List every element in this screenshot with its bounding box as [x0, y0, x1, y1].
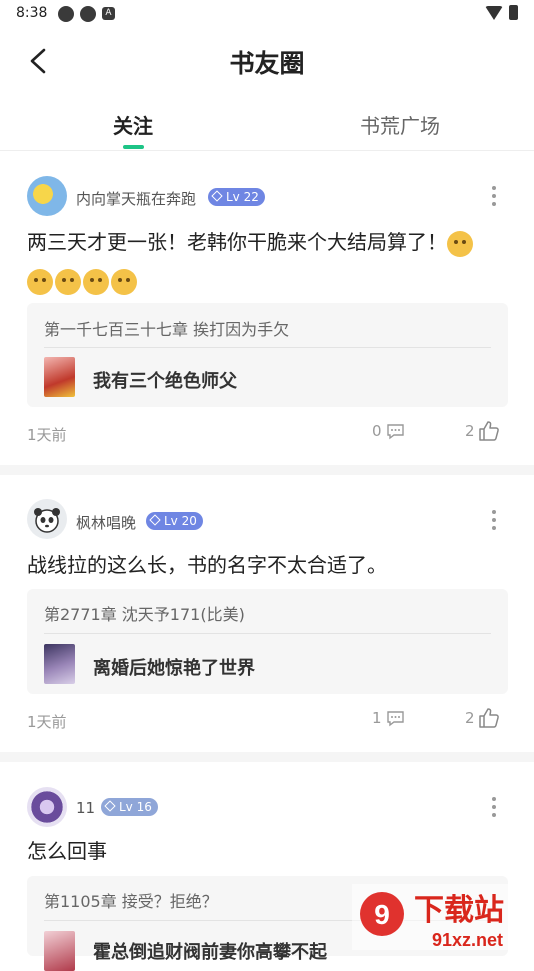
like-count: 2: [465, 421, 475, 440]
section-divider: [0, 752, 534, 762]
tab-bar: 关注 书荒广场: [0, 100, 534, 151]
book-title: 离婚后她惊艳了世界: [93, 658, 255, 679]
comment-button[interactable]: 1: [372, 709, 405, 727]
post-time: 1天前: [27, 426, 67, 444]
post-content: 怎么回事: [27, 839, 107, 863]
svg-text:9: 9: [374, 899, 390, 930]
chapter-title: 第一千七百三十七章 挨打因为手欠: [44, 320, 290, 339]
emoji-icon: [111, 268, 137, 295]
username[interactable]: 枫林唱晚: [76, 512, 136, 533]
tab-indicator: [123, 145, 144, 149]
notification-icon: [58, 6, 74, 22]
tab-book-plaza[interactable]: 书荒广场: [360, 110, 440, 139]
thumbs-up-icon: [478, 708, 499, 728]
avatar[interactable]: [27, 787, 67, 827]
notification-a-icon: A: [102, 7, 115, 20]
book-title: 霍总倒追财阀前妻你高攀不起: [93, 942, 327, 963]
like-count: 2: [465, 708, 475, 727]
notification-icon: [80, 6, 96, 22]
comment-icon: [386, 710, 404, 726]
book-title: 我有三个绝色师父: [93, 371, 237, 392]
tab-follow[interactable]: 关注: [113, 110, 153, 139]
svg-text:下载站: 下载站: [414, 893, 504, 928]
site-watermark-logo: 9 下载站 91xz.net: [352, 884, 534, 950]
level-badge: Lv 22: [208, 188, 265, 206]
avatar[interactable]: [27, 176, 67, 216]
card-divider: [44, 347, 491, 348]
card-divider: [44, 633, 491, 634]
battery-icon: [509, 5, 518, 20]
wifi-icon: [485, 5, 503, 20]
book-cover: [44, 931, 75, 971]
comment-button[interactable]: 0: [372, 422, 405, 440]
book-cover: [44, 357, 75, 397]
username[interactable]: 内向掌天瓶在奔跑: [76, 188, 196, 209]
comment-count: 0: [372, 422, 382, 440]
post-content: 两三天才更一张！老韩你干脆来个大结局算了！: [27, 223, 517, 299]
avatar[interactable]: [27, 499, 67, 539]
level-badge: Lv 20: [146, 512, 203, 530]
post-content: 战线拉的这么长，书的名字不太合适了。: [27, 553, 387, 577]
level-badge: Lv 16: [101, 798, 158, 816]
emoji-icon: [447, 230, 473, 257]
status-bar: 8:38 A: [0, 0, 534, 28]
book-cover: [44, 644, 75, 684]
book-card[interactable]: 第2771章 沈天予171(比美) 离婚后她惊艳了世界: [27, 589, 508, 694]
top-bar: 书友圈: [0, 38, 534, 84]
emoji-icon: [83, 268, 109, 295]
chapter-title: 第2771章 沈天予171(比美): [44, 605, 245, 624]
thumbs-up-icon: [478, 421, 499, 441]
page-title: 书友圈: [229, 49, 305, 78]
chapter-title: 第1105章 接受？拒绝？: [44, 892, 218, 911]
comment-count: 1: [372, 709, 382, 727]
emoji-icon: [27, 268, 53, 295]
more-options-icon[interactable]: [492, 510, 496, 534]
svg-text:91xz.net: 91xz.net: [432, 930, 503, 950]
comment-icon: [386, 423, 404, 439]
book-card[interactable]: 第一千七百三十七章 挨打因为手欠 我有三个绝色师父: [27, 303, 508, 407]
status-time: 8:38: [16, 5, 48, 21]
emoji-icon: [55, 268, 81, 295]
section-divider: [0, 465, 534, 475]
more-options-icon[interactable]: [492, 797, 496, 821]
like-button[interactable]: 2: [465, 420, 500, 441]
like-button[interactable]: 2: [465, 707, 500, 728]
username[interactable]: 11: [76, 799, 95, 817]
post-time: 1天前: [27, 713, 67, 731]
more-options-icon[interactable]: [492, 186, 496, 210]
